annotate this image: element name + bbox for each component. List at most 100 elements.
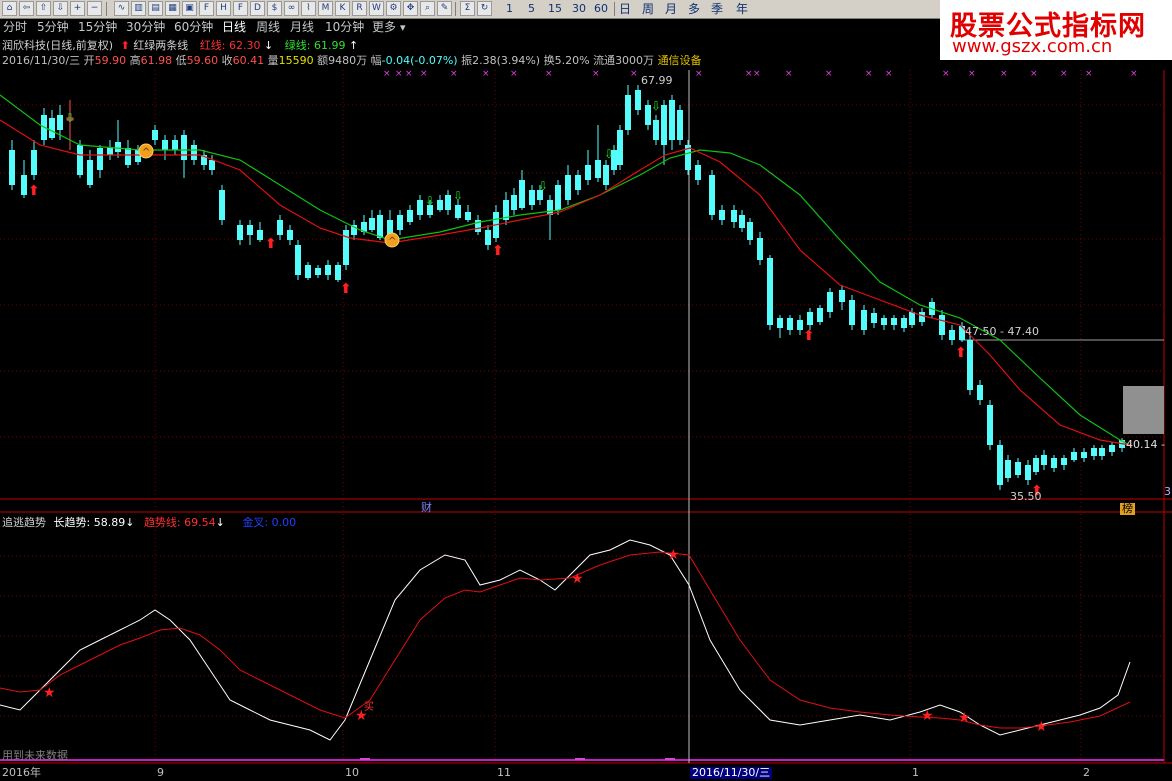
candle-body-down xyxy=(617,130,623,165)
candle-body-down xyxy=(49,118,55,138)
sell-arrow-icon: ⇩ xyxy=(65,111,75,125)
fin-marker[interactable]: 财 xyxy=(421,502,432,514)
purple-marker: × xyxy=(383,69,391,79)
volume-bump xyxy=(360,758,370,760)
candle-body-down xyxy=(575,175,581,190)
buy-arrow-icon: ⬆ xyxy=(28,183,40,199)
candle-body-down xyxy=(97,148,103,170)
purple-marker: × xyxy=(545,69,553,79)
candle-body-down xyxy=(9,150,15,185)
level-label: 47.50 - 47.40 xyxy=(965,325,1039,338)
buy-arrow-icon: ⬆ xyxy=(265,236,277,252)
candle-body-down xyxy=(731,210,737,222)
candle-body-down xyxy=(1051,458,1057,468)
candle-body-down xyxy=(565,175,571,200)
candle-body-down xyxy=(172,140,178,150)
candle-body-down xyxy=(891,318,897,325)
candle-body-down xyxy=(77,145,83,175)
candle-body-down xyxy=(661,105,667,145)
sell-arrow-icon: ⇩ xyxy=(604,147,614,161)
candle-body-down xyxy=(739,215,745,228)
candle-body-down xyxy=(209,160,215,170)
purple-marker: × xyxy=(1000,69,1008,79)
time-axis-label-0: 2016年 xyxy=(2,766,41,779)
purple-marker: × xyxy=(630,69,638,79)
sell-arrow-icon: ⇩ xyxy=(425,194,435,208)
candle-body-down xyxy=(827,292,833,312)
candle-body-down xyxy=(987,405,993,445)
candle-body-down xyxy=(519,180,525,208)
candle-body-down xyxy=(585,165,591,180)
candle-body-down xyxy=(757,238,763,260)
candle-body-down xyxy=(257,230,263,240)
sell-arrow-icon: ⇩ xyxy=(453,189,463,203)
candle-body-down xyxy=(839,290,845,302)
candle-body-down xyxy=(1081,452,1087,458)
star-signal: ★ xyxy=(43,685,56,701)
candle-body-down xyxy=(485,230,491,245)
purple-marker: × xyxy=(395,69,403,79)
star-signal: ★ xyxy=(921,708,934,724)
cross-marker-glyph: ^ xyxy=(388,236,396,247)
candle-body-down xyxy=(369,218,375,230)
candle-body-down xyxy=(777,318,783,328)
candle-body-down xyxy=(57,115,63,130)
candle-body-down xyxy=(901,318,907,328)
candle-body-down xyxy=(219,190,225,220)
time-axis-label-5: 1 xyxy=(912,766,919,779)
red-line xyxy=(0,119,1131,446)
candle-body-down xyxy=(529,190,535,205)
purple-marker: × xyxy=(510,69,518,79)
purple-marker: × xyxy=(942,69,950,79)
candle-body-down xyxy=(1033,458,1039,472)
candle-body-down xyxy=(343,230,349,265)
purple-marker: × xyxy=(695,69,703,79)
candle-body-down xyxy=(695,165,701,180)
candle-body-down xyxy=(1091,448,1097,456)
candle-body-down xyxy=(1071,452,1077,460)
chart-canvas[interactable]: × × × × × × × × × × × × × × × × × × × × × × × ×★★★★★ ★★⬆⬆⬆⬆⬆⬆⬆⇩⇩… xyxy=(0,0,1172,781)
buy-mark: 买 xyxy=(364,702,374,713)
volume-bump xyxy=(575,758,585,760)
gold-cross-label: 金叉: xyxy=(242,516,269,529)
candle-body-down xyxy=(437,200,443,210)
candle-body-down xyxy=(595,160,601,178)
sell-arrow-icon: ⇩ xyxy=(651,99,661,113)
bang-marker[interactable]: 榜 xyxy=(1120,503,1135,515)
trend-line-value: 69.54 xyxy=(184,516,216,529)
candle-body-down xyxy=(335,265,341,280)
candle-body-down xyxy=(603,165,609,185)
purple-marker: × xyxy=(745,69,753,79)
candle-body-down xyxy=(237,225,243,240)
sub-indicator-header: 追逃趋势 长趋势: 58.89↓ 趋势线: 69.54↓ 金叉: 0.00 xyxy=(2,516,296,530)
candle-body-down xyxy=(1099,448,1105,456)
candle-body-down xyxy=(1061,458,1067,465)
time-axis-cursor: 2016/11/30/三 xyxy=(690,766,773,779)
candle-body-down xyxy=(547,200,553,215)
buy-arrow-icon: ⬆ xyxy=(955,345,967,361)
future-data-note: 用到未来数据 xyxy=(2,749,68,762)
candle-body-down xyxy=(939,315,945,335)
candle-body-down xyxy=(977,385,983,400)
candle-body-down xyxy=(967,340,973,390)
candle-body-down xyxy=(949,330,955,340)
star-signal: ★ xyxy=(667,547,680,563)
purple-marker: × xyxy=(968,69,976,79)
right-value-label: 40.14 - xyxy=(1126,438,1165,451)
purple-marker: × xyxy=(482,69,490,79)
candle-body-down xyxy=(445,195,451,210)
green-line xyxy=(0,94,1131,446)
long-trend-label: 长趋势: xyxy=(53,516,91,529)
candle-body-down xyxy=(807,312,813,325)
time-axis-label-2: 10 xyxy=(345,766,359,779)
candle-body-down xyxy=(305,265,311,278)
purple-marker: × xyxy=(825,69,833,79)
candle-body-down xyxy=(1025,465,1031,480)
candle-body-down xyxy=(871,313,877,323)
time-axis-label-3: 11 xyxy=(497,766,511,779)
candle-body-down xyxy=(152,130,158,140)
candle-body-down xyxy=(511,195,517,210)
candle-body-down xyxy=(31,150,37,175)
trend-line xyxy=(0,551,1131,729)
long-trend-arrow: ↓ xyxy=(125,516,135,529)
